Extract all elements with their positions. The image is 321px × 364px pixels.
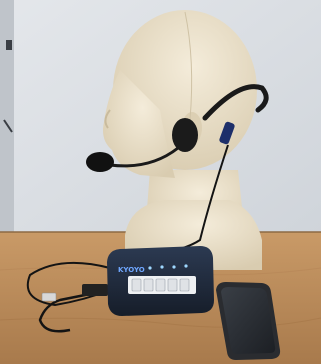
plus-button: [155, 278, 166, 292]
indicator-light: [184, 264, 188, 268]
volume-up-button: [143, 278, 154, 292]
indicator-light: [148, 266, 152, 270]
indicator-light: [172, 265, 176, 269]
indicator-light: [160, 265, 164, 269]
microphone-foam: [86, 152, 114, 172]
control-unit: KYOYO: [107, 246, 214, 316]
wall-shadow: [0, 0, 14, 240]
left-edge-mark: [6, 40, 12, 50]
mute-button: [167, 278, 178, 292]
usb-plug: [82, 284, 108, 296]
headset-earpad: [172, 118, 198, 152]
product-photo: KYOYO: [0, 0, 321, 364]
usb-plug-connector: [41, 292, 57, 302]
volume-down-button: [131, 278, 142, 292]
device-brand-label: KYOYO: [118, 266, 145, 274]
call-button: [179, 278, 190, 292]
